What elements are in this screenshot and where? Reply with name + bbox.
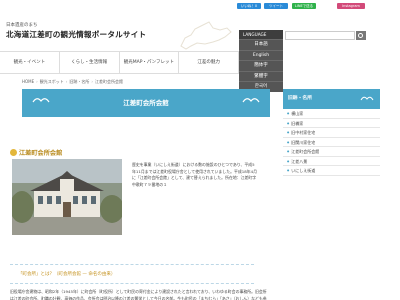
seagull-icon: [32, 98, 50, 103]
history-text: 旧役場庁舎建物は、昭和2年（1945年）に町会所（町役所）として町民の寄付金によ…: [10, 289, 267, 300]
breadcrumb-current: 江差町会所会館: [94, 79, 123, 84]
site-title[interactable]: 北海道江差町の観光情報ポータルサイト: [6, 29, 146, 40]
instagram-button[interactable]: Instagram: [337, 3, 365, 9]
like-button[interactable]: いいね！0: [237, 3, 261, 9]
language-english[interactable]: English: [239, 49, 283, 61]
line-button[interactable]: LINEで送る: [292, 3, 316, 9]
section-heading: 江差町会所会館: [10, 148, 62, 157]
sidebar-item-kaido[interactable]: いにしえ街道: [283, 166, 380, 176]
site-subtitle: 日本遺産のまち: [6, 23, 38, 28]
sidebar-heading: 旧跡・名所: [283, 89, 380, 109]
tweet-button[interactable]: ツイート: [264, 3, 288, 9]
sidebar-item-kaisho[interactable]: 江差町会所会館: [283, 147, 380, 157]
nav-item-living[interactable]: くらし・生活情報: [60, 52, 120, 73]
building-illustration: [12, 159, 122, 235]
main-content: 江差町会所会館 江差町会所会館 歴史を事業（いにしえ街道）における数の施設のひと…: [10, 89, 270, 300]
sidebar-item-nakamura[interactable]: 旧中村家住宅: [283, 128, 380, 138]
nav-item-sightseeing[interactable]: 観光・イベント: [0, 52, 60, 73]
quote-heading: 「町会所」とは？（町会所会館 — 命名の由来）: [10, 264, 254, 284]
search-icon: [358, 32, 363, 38]
seagull-icon: [360, 96, 374, 101]
description-text: 歴史を事業（いにしえ街道）における数の施設のひとつであり、平成5年11月までは江…: [132, 162, 257, 187]
hokkaido-map-icon: [180, 21, 232, 50]
breadcrumb-spots[interactable]: 観光スポット: [40, 79, 64, 84]
sidebar-item-kyuhashi[interactable]: 旧橋家: [283, 119, 380, 128]
sidebar-item-hakkei[interactable]: 江差八景: [283, 157, 380, 166]
language-simplified-chinese[interactable]: 簡体字: [239, 60, 283, 71]
sidebar-heading-label: 旧跡・名所: [288, 96, 312, 101]
page-title-banner: 江差町会所会館: [22, 89, 270, 117]
language-menu: LANGUAGE 日本語 English 簡体字 繁體字 한국어: [239, 30, 283, 92]
sidebar-item-sekigawa[interactable]: 旧関川家住宅: [283, 138, 380, 147]
sidebar-item-yokoyama[interactable]: 横山家: [283, 109, 380, 119]
breadcrumb-category[interactable]: 旧跡・名所: [69, 79, 89, 84]
breadcrumb-home[interactable]: HOME: [22, 79, 34, 84]
building-photo: [12, 159, 122, 235]
nav-item-map[interactable]: 観光MAP・パンフレット: [120, 52, 180, 73]
main-nav: 観光・イベント くらし・生活情報 観光MAP・パンフレット 江差の魅力: [0, 51, 239, 74]
sidebar: 旧跡・名所 横山家 旧橋家 旧中村家住宅 旧関川家住宅 江差町会所会館 江差八景…: [283, 89, 380, 239]
search-button[interactable]: [356, 31, 366, 40]
search-input[interactable]: [285, 31, 355, 40]
seagull-icon: [242, 98, 260, 103]
language-traditional-chinese[interactable]: 繁體字: [239, 70, 283, 82]
page-title: 江差町会所会館: [123, 99, 169, 107]
page: 日本遺産のまち 北海道江差町の観光情報ポータルサイト いいね！0 ツイート LI…: [0, 0, 400, 300]
language-label[interactable]: LANGUAGE: [239, 30, 283, 39]
nav-item-charm[interactable]: 江差の魅力: [179, 52, 239, 73]
site-header: 日本遺産のまち 北海道江差町の観光情報ポータルサイト いいね！0 ツイート LI…: [0, 0, 400, 92]
language-japanese[interactable]: 日本語: [239, 39, 283, 50]
breadcrumb: HOME › 観光スポット › 旧跡・名所 › 江差町会所会館: [22, 79, 123, 84]
